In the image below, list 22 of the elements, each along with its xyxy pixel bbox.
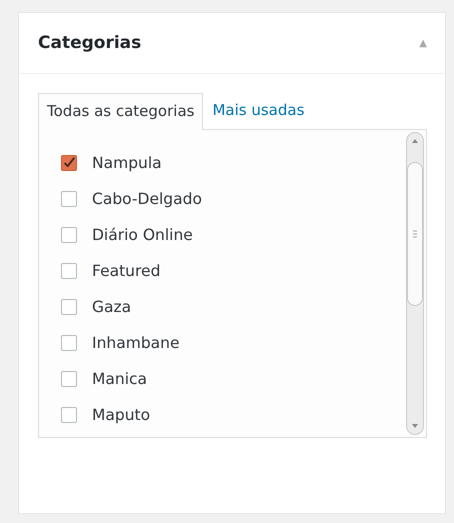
- scrollbar[interactable]: [406, 132, 424, 435]
- checkbox[interactable]: [61, 335, 77, 351]
- checkbox[interactable]: [61, 371, 77, 387]
- checkbox[interactable]: [61, 191, 77, 207]
- category-label: Maputo: [92, 406, 150, 424]
- checkbox[interactable]: [61, 407, 77, 423]
- category-label: Featured: [92, 262, 160, 280]
- checkbox[interactable]: [61, 299, 77, 315]
- grip-icon: [412, 230, 418, 238]
- category-tab[interactable]: Mais usadas: [203, 92, 314, 129]
- category-label: Diário Online: [92, 226, 193, 244]
- checkbox[interactable]: [61, 227, 77, 243]
- checkbox[interactable]: [61, 263, 77, 279]
- category-label: Manica: [92, 370, 148, 388]
- category-label: Gaza: [92, 298, 132, 316]
- category-label: Nampula: [92, 154, 162, 172]
- panel-title: Categorias: [38, 33, 142, 53]
- category-label: Inhambane: [92, 334, 180, 352]
- category-tab[interactable]: Todas as categorias: [38, 93, 204, 130]
- scroll-thumb[interactable]: [407, 162, 423, 306]
- category-label: Cabo-Delgado: [92, 190, 202, 208]
- checkbox[interactable]: [61, 155, 77, 171]
